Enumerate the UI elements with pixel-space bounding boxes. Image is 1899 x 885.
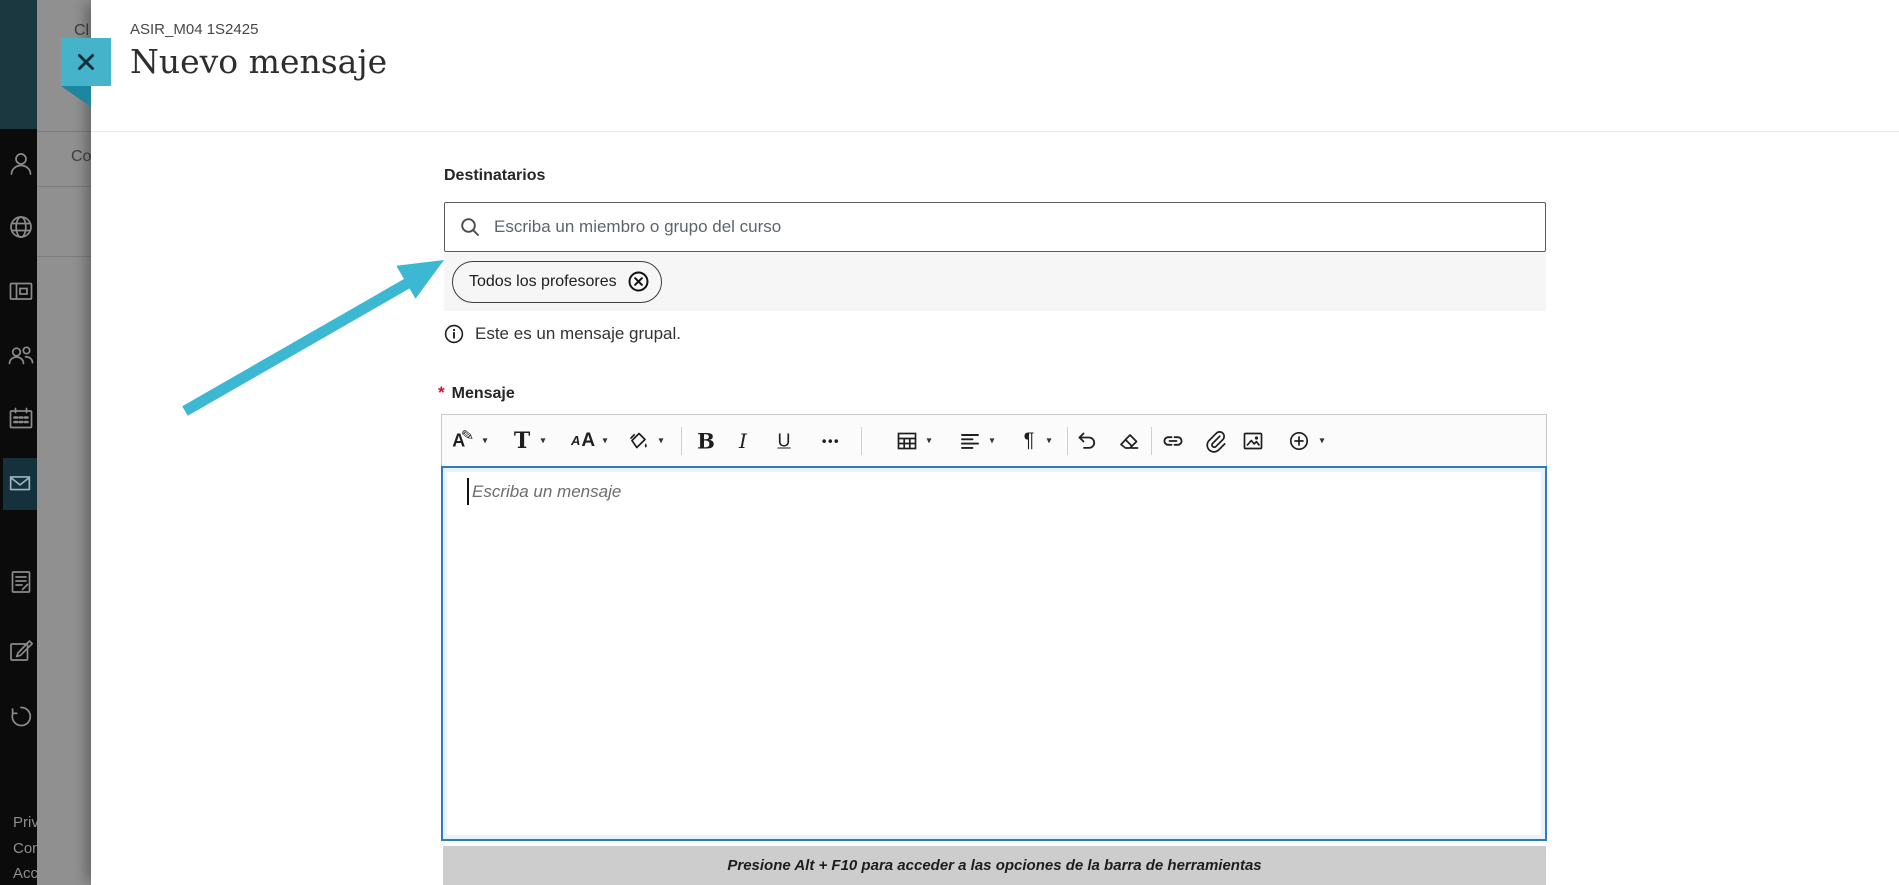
text-style-button[interactable]: A ✎ — [452, 427, 475, 451]
table-icon — [897, 432, 917, 449]
recipients-search-input[interactable] — [492, 216, 1532, 238]
recipient-chip-label: Todos los profesores — [469, 272, 617, 290]
message-label: Mensaje — [451, 385, 515, 402]
group-message-info: Este es un mensaje grupal. — [444, 324, 681, 344]
remove-recipient-button[interactable] — [627, 270, 650, 293]
sidebar-item-globe[interactable] — [6, 212, 36, 242]
toolbar-separator — [861, 427, 862, 455]
sidebar-item-activity[interactable] — [6, 635, 36, 665]
close-panel-button[interactable] — [61, 38, 111, 86]
sidebar-item-profile[interactable] — [6, 148, 36, 178]
info-icon — [444, 324, 464, 344]
eraser-button[interactable] — [1117, 429, 1141, 453]
course-code: ASIR_M04 1S2425 — [130, 21, 259, 38]
toolbar-separator — [1151, 427, 1152, 455]
header-divider — [91, 131, 1899, 132]
align-left-icon — [961, 433, 979, 449]
bold-button[interactable]: B — [697, 428, 715, 453]
insert-table-button[interactable] — [895, 429, 919, 453]
footer-link-privacy[interactable]: Priv — [13, 814, 39, 831]
text-style-caret[interactable]: ▾ — [482, 435, 487, 446]
undo-button[interactable] — [1075, 429, 1099, 453]
recipients-label: Destinatarios — [444, 167, 546, 184]
close-icon — [78, 54, 94, 70]
paperclip-icon — [1206, 430, 1226, 453]
insert-table-caret[interactable]: ▾ — [926, 435, 931, 446]
footer-link-accessibility[interactable]: Acc — [13, 865, 38, 882]
insert-image-button[interactable] — [1241, 429, 1265, 453]
edit-square-icon — [10, 640, 34, 661]
bg-divider — [37, 186, 91, 187]
institution-page-icon — [9, 282, 33, 300]
messages-envelope-icon — [9, 476, 31, 491]
sidebar-item-institution[interactable] — [6, 276, 36, 306]
insert-content-button[interactable] — [1287, 429, 1311, 453]
paragraph-caret[interactable]: ▾ — [1046, 435, 1051, 446]
eraser-icon — [1120, 433, 1139, 449]
underline-button[interactable]: U — [778, 430, 791, 451]
insert-link-button[interactable] — [1161, 429, 1185, 453]
align-caret[interactable]: ▾ — [989, 435, 994, 446]
recipients-chip-row: Todos los profesores — [444, 252, 1546, 311]
calendar-icon — [9, 407, 33, 429]
sidebar-item-calendar[interactable] — [6, 404, 36, 434]
sidebar-item-messages-active[interactable] — [3, 458, 37, 510]
app-sidebar: Priv Con Acc — [0, 0, 41, 885]
paint-bucket-icon — [630, 432, 647, 448]
globe-icon — [10, 216, 32, 238]
font-size-caret[interactable]: ▾ — [602, 435, 607, 446]
highlight-color-button[interactable] — [626, 429, 650, 453]
message-editor-content[interactable]: Escriba un mensaje — [441, 466, 1547, 841]
bg-divider — [37, 131, 91, 132]
bg-content-tab-fragment: Co — [71, 148, 91, 165]
insert-content-caret[interactable]: ▾ — [1319, 435, 1324, 446]
toolbar-hint-bar: Presione Alt + F10 para acceder a las op… — [443, 846, 1546, 885]
sidebar-item-grades[interactable] — [6, 567, 36, 597]
group-message-info-text: Este es un mensaje grupal. — [475, 324, 682, 343]
editor-placeholder: Escriba un mensaje — [472, 482, 622, 501]
heading-style-button[interactable]: T — [514, 428, 530, 454]
font-size-button[interactable]: AA — [571, 430, 595, 452]
grades-doc-icon — [11, 571, 31, 593]
sidebar-item-signout[interactable] — [6, 702, 36, 732]
recipient-chip[interactable]: Todos los profesores — [452, 260, 662, 303]
toolbar-separator — [1067, 427, 1068, 455]
remove-circle-x-icon — [628, 271, 649, 292]
sidebar-logo-block — [0, 0, 37, 129]
bg-divider — [37, 256, 91, 257]
pencil-icon: ✎ — [460, 426, 475, 446]
undo-icon — [1078, 432, 1096, 449]
required-marker: * — [438, 383, 445, 402]
text-cursor — [467, 478, 469, 505]
toolbar-hint-text: Presione Alt + F10 para acceder a las op… — [727, 857, 1262, 874]
toolbar-separator — [681, 427, 682, 455]
page-dim-overlay: Cl Co — [37, 0, 91, 885]
image-icon — [1243, 432, 1263, 449]
heading-style-caret[interactable]: ▾ — [540, 435, 545, 446]
italic-button[interactable]: I — [739, 429, 747, 453]
align-button[interactable] — [958, 429, 982, 453]
plus-circle-icon — [1289, 431, 1309, 450]
groups-icon — [8, 346, 34, 365]
screen: Priv Con Acc Cl Co ASIR_M04 1S2425 Nuevo… — [0, 0, 1899, 885]
highlight-color-caret[interactable]: ▾ — [658, 435, 663, 446]
back-arrow-circle-icon — [11, 706, 32, 727]
search-icon — [461, 218, 479, 236]
editor-toolbar: A ✎ ▾ T ▾ AA ▾ ▾ B I U ••• ▾ ▾ ¶ ▾ ▾ — [441, 414, 1547, 466]
message-label-row: * Mensaje — [438, 383, 515, 403]
recipients-search-box — [444, 202, 1546, 252]
message-editor: A ✎ ▾ T ▾ AA ▾ ▾ B I U ••• ▾ ▾ ¶ ▾ ▾ Esc… — [441, 414, 1547, 841]
paragraph-button[interactable]: ¶ — [1024, 429, 1035, 452]
page-title: Nuevo mensaje — [130, 42, 388, 81]
profile-icon — [10, 153, 32, 175]
attach-file-button[interactable] — [1203, 429, 1227, 453]
link-icon — [1163, 435, 1183, 446]
more-formatting-button[interactable]: ••• — [822, 433, 840, 448]
sidebar-item-groups[interactable] — [6, 340, 36, 370]
